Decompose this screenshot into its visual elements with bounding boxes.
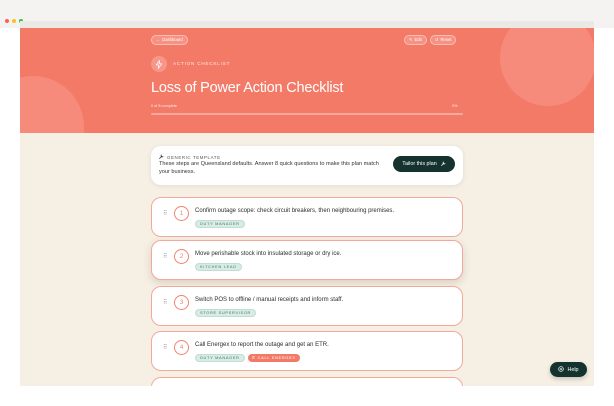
task-card[interactable]: ⠿ 4 Call Energex to report the outage an… (151, 331, 463, 371)
task-card[interactable]: ⠿ 3 Switch POS to offline / manual recei… (151, 286, 463, 326)
call-label: CALL ENERGEX (257, 355, 296, 361)
role-badge: DUTY MANAGER (195, 220, 245, 228)
wrench-icon (440, 161, 446, 168)
call-energex-button[interactable]: ✆ CALL ENERGEX (247, 354, 300, 362)
edit-label: Edit (414, 36, 422, 42)
progress-count: 0 of 8 complete (151, 104, 177, 108)
phone-icon: ✆ (251, 355, 256, 361)
minimize-window-button[interactable] (12, 19, 16, 23)
generic-template-card: GENERIC TEMPLATE These steps are Queensl… (151, 146, 463, 185)
help-button[interactable]: Help (550, 362, 587, 377)
browser-top-bar (20, 21, 594, 28)
task-tags: DUTY MANAGER (195, 220, 245, 228)
reset-icon: ↺ (435, 36, 439, 42)
reset-label: Reset (440, 36, 452, 42)
decorative-circle-left (20, 76, 84, 133)
drag-handle-icon[interactable]: ⠿ (163, 254, 168, 260)
help-icon (558, 365, 565, 374)
app-frame: ← Dashboard ✎ Edit ↺ Reset ACTION CHECKL… (20, 28, 594, 386)
task-number[interactable]: 2 (174, 249, 189, 264)
close-window-button[interactable] (5, 19, 9, 23)
header-eyebrow: ACTION CHECKLIST (173, 61, 231, 66)
template-description: These steps are Queensland defaults. Ans… (159, 161, 379, 175)
drag-handle-icon[interactable]: ⠿ (163, 345, 168, 351)
task-card[interactable] (151, 377, 463, 386)
task-number[interactable]: 1 (174, 206, 189, 221)
back-label: Dashboard (162, 36, 183, 42)
task-text: Switch POS to offline / manual receipts … (195, 297, 344, 303)
task-tags: STORE SUPERVISOR (195, 309, 257, 317)
bolt-icon (151, 56, 167, 72)
edit-button[interactable]: ✎ Edit (404, 35, 427, 45)
help-label: Help (567, 366, 579, 373)
arrow-left-icon: ← (156, 36, 161, 42)
template-label-row: GENERIC TEMPLATE (159, 154, 221, 160)
pencil-icon: ✎ (409, 36, 413, 42)
drag-handle-icon[interactable]: ⠿ (163, 211, 168, 217)
task-number[interactable]: 3 (174, 295, 189, 310)
task-number[interactable]: 4 (174, 340, 189, 355)
task-tags: DUTY MANAGER ✆ CALL ENERGEX (195, 354, 300, 362)
progress-percent: 0% (452, 104, 458, 108)
task-text: Confirm outage scope: check circuit brea… (195, 208, 395, 214)
drag-handle-icon[interactable]: ⠿ (163, 300, 168, 306)
decorative-circle-right (500, 28, 594, 106)
task-card[interactable]: ⠿ 1 Confirm outage scope: check circuit … (151, 197, 463, 237)
task-text: Call Energex to report the outage and ge… (195, 342, 329, 348)
tailor-plan-button[interactable]: Tailor this plan (393, 156, 455, 172)
role-badge: DUTY MANAGER (195, 354, 245, 362)
page-title: Loss of Power Action Checklist (151, 80, 344, 96)
wrench-icon (159, 154, 164, 160)
checklist-header: ← Dashboard ✎ Edit ↺ Reset ACTION CHECKL… (20, 28, 594, 133)
task-card[interactable]: ⠿ 2 Move perishable stock into insulated… (151, 240, 463, 280)
reset-button[interactable]: ↺ Reset (430, 35, 457, 45)
window-chrome (0, 0, 614, 28)
template-label: GENERIC TEMPLATE (167, 154, 221, 160)
task-text: Move perishable stock into insulated sto… (195, 251, 342, 257)
task-tags: KITCHEN LEAD (195, 263, 242, 271)
role-badge: STORE SUPERVISOR (195, 309, 257, 317)
role-badge: KITCHEN LEAD (195, 263, 242, 271)
progress-bar (151, 113, 463, 115)
back-to-dashboard-button[interactable]: ← Dashboard (151, 35, 188, 45)
tailor-plan-label: Tailor this plan (402, 161, 437, 167)
